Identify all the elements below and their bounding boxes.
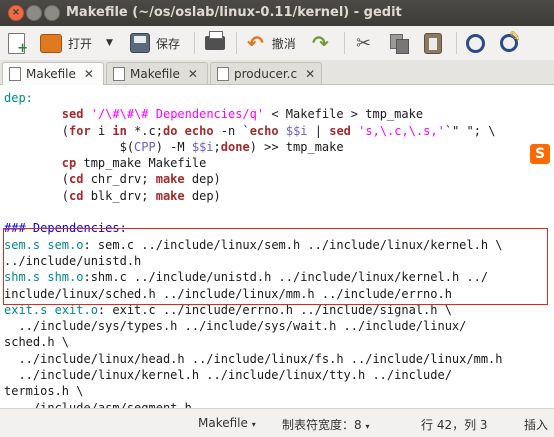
new-document-icon: + bbox=[8, 32, 28, 56]
code-line: ../include/sys/types.h ../include/sys/wa… bbox=[4, 319, 467, 334]
paste-button[interactable] bbox=[424, 31, 442, 55]
open-button[interactable]: 打开 bbox=[40, 31, 92, 55]
tab-makefile[interactable]: Makefile ✕ bbox=[106, 62, 208, 84]
window-title: Makefile (~/os/oslab/linux-0.11/kernel) … bbox=[66, 5, 402, 20]
code-line: cp tmp_make Makefile bbox=[61, 156, 207, 171]
find-replace-icon: ✎ bbox=[500, 29, 521, 52]
code-line: (for i in *.c;do echo -n `echo $$i | sed… bbox=[4, 123, 496, 138]
tab-label: Makefile bbox=[26, 67, 76, 81]
insert-mode: 插入 bbox=[524, 418, 549, 432]
clipboard-icon bbox=[424, 32, 442, 54]
annotation-highlight-box bbox=[3, 228, 548, 305]
code-line: (cd chr_drv; make dep) bbox=[4, 172, 221, 187]
chevron-down-icon: ▾ bbox=[251, 420, 256, 429]
code-line: (cd blk_drv; make dep) bbox=[4, 188, 221, 203]
search-icon bbox=[466, 33, 485, 53]
printer-icon bbox=[205, 31, 225, 50]
tab-makefile-active[interactable]: Makefile ✕ bbox=[2, 62, 104, 85]
sogou-input-icon[interactable]: S bbox=[530, 144, 550, 164]
open-folder-icon bbox=[40, 33, 62, 53]
save-button[interactable]: 保存 bbox=[130, 31, 180, 55]
close-tab-icon[interactable]: ✕ bbox=[188, 67, 198, 81]
chevron-down-icon: ▼ bbox=[106, 38, 113, 48]
minimize-window-button[interactable] bbox=[26, 5, 42, 21]
tab-label: Makefile bbox=[130, 66, 180, 81]
toolbar: + 打开 ▼ 保存 ↶ 撤消 ↷ ✂ ✎ bbox=[0, 26, 554, 61]
cut-button[interactable]: ✂ bbox=[356, 31, 371, 55]
save-icon bbox=[130, 33, 150, 53]
toolbar-separator bbox=[456, 32, 457, 54]
new-document-button[interactable]: + bbox=[8, 31, 28, 56]
text-editor[interactable]: dep: sed '/\#\#\# Dependencies/q' < Make… bbox=[0, 85, 554, 408]
document-icon bbox=[113, 66, 125, 81]
maximize-window-button[interactable] bbox=[44, 5, 60, 21]
language-label: Makefile bbox=[198, 416, 248, 430]
title-bar: × Makefile (~/os/oslab/linux-0.11/kernel… bbox=[0, 0, 554, 26]
code-line: sched.h \ bbox=[4, 335, 70, 350]
document-icon bbox=[9, 67, 21, 81]
close-tab-icon[interactable]: ✕ bbox=[84, 67, 94, 81]
document-tabs: Makefile ✕ Makefile ✕ producer.c ✕ bbox=[0, 60, 554, 85]
tab-label: producer.c bbox=[234, 66, 298, 81]
close-tab-icon[interactable]: ✕ bbox=[305, 67, 315, 81]
find-button[interactable] bbox=[466, 31, 485, 55]
copy-icon bbox=[390, 34, 409, 54]
copy-button[interactable] bbox=[390, 31, 409, 55]
code-line: ../include/linux/kernel.h ../include/lin… bbox=[4, 368, 452, 383]
tab-width-selector[interactable]: 制表符宽度：8 ▾ bbox=[282, 416, 369, 433]
code-line: ../include/asm/segment.h bbox=[4, 400, 192, 408]
find-replace-button[interactable]: ✎ bbox=[500, 29, 521, 55]
open-label: 打开 bbox=[68, 36, 93, 51]
redo-button[interactable]: ↷ bbox=[312, 31, 329, 55]
save-label: 保存 bbox=[156, 36, 181, 51]
tab-width-label: 制表符宽度：8 bbox=[282, 418, 362, 432]
code-line: sed '/\#\#\# Dependencies/q' < Makefile … bbox=[61, 107, 424, 122]
cursor-position: 行 42，列 3 bbox=[421, 418, 488, 432]
document-icon bbox=[217, 66, 229, 81]
code-line: $(CPP) -M $$i;done) >> tmp_make bbox=[4, 139, 344, 154]
undo-button[interactable]: ↶ 撤消 bbox=[247, 31, 296, 55]
toolbar-separator bbox=[236, 32, 237, 54]
scissors-icon: ✂ bbox=[356, 32, 372, 54]
status-bar: Makefile ▾ 制表符宽度：8 ▾ 行 42，列 3 插入 bbox=[0, 408, 554, 437]
tab-producer-c[interactable]: producer.c ✕ bbox=[210, 62, 322, 84]
code-line: ../include/linux/head.h ../include/linux… bbox=[4, 351, 503, 366]
toolbar-separator bbox=[194, 32, 195, 54]
code-line: termios.h \ bbox=[4, 384, 84, 399]
undo-arrow-icon: ↶ bbox=[247, 31, 264, 55]
redo-arrow-icon: ↷ bbox=[312, 31, 329, 55]
undo-label: 撤消 bbox=[271, 36, 296, 51]
print-button[interactable] bbox=[205, 31, 225, 55]
close-window-button[interactable]: × bbox=[8, 5, 24, 21]
open-recent-dropdown[interactable]: ▼ bbox=[106, 31, 113, 55]
chevron-down-icon: ▾ bbox=[365, 422, 370, 431]
code-line: dep: bbox=[4, 91, 33, 105]
toolbar-separator bbox=[344, 32, 345, 54]
language-selector[interactable]: Makefile ▾ bbox=[198, 416, 256, 430]
